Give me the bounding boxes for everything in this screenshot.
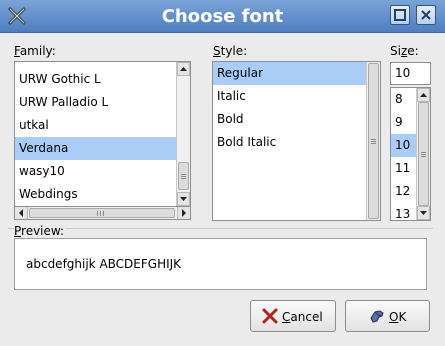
style-list[interactable]: Regular Italic Bold Bold Italic: [212, 61, 381, 221]
preview-label: Preview:: [14, 224, 67, 238]
list-item[interactable]: Bold Italic: [213, 131, 367, 154]
list-item[interactable]: 13: [391, 203, 417, 220]
list-item[interactable]: URW Gothic L: [15, 68, 177, 91]
family-hscrollbar[interactable]: [14, 206, 191, 220]
preview-box[interactable]: abcdefghijk ABCDEFGHIJK: [14, 238, 427, 290]
list-item-selected[interactable]: 10: [391, 134, 417, 157]
list-item[interactable]: Webdings: [15, 183, 177, 206]
font-dialog: Choose font Family: Style: Size: URW Got…: [0, 0, 445, 346]
size-label: Size:: [390, 44, 419, 58]
family-vscrollbar[interactable]: [176, 62, 190, 206]
list-item[interactable]: 11: [391, 157, 417, 180]
ok-label: OK: [389, 310, 407, 324]
list-item-selected[interactable]: Regular: [213, 62, 367, 85]
down-arrow-icon: [180, 197, 187, 201]
style-vscrollbar[interactable]: [366, 62, 380, 220]
cancel-button[interactable]: Cancel: [250, 300, 336, 332]
title-bar[interactable]: Choose font: [0, 0, 445, 33]
scroll-down-button[interactable]: [177, 192, 190, 206]
scroll-left-button[interactable]: [15, 207, 28, 219]
scroll-up-button[interactable]: [177, 62, 190, 76]
list-item[interactable]: 8: [391, 88, 417, 111]
scroll-up-button[interactable]: [417, 88, 430, 102]
scroll-thumb[interactable]: [368, 63, 379, 219]
up-arrow-icon: [180, 67, 187, 71]
down-arrow-icon: [420, 211, 427, 215]
list-item[interactable]: 12: [391, 180, 417, 203]
family-label: Family:: [14, 44, 56, 58]
preview-text: abcdefghijk ABCDEFGHIJK: [26, 257, 182, 271]
maximize-button[interactable]: [390, 5, 410, 25]
list-item[interactable]: wasy10: [15, 160, 177, 183]
scroll-thumb[interactable]: [418, 102, 429, 206]
list-item[interactable]: Italic: [213, 85, 367, 108]
list-item[interactable]: Bold: [213, 108, 367, 131]
hscroll-thumb[interactable]: [29, 208, 175, 218]
family-list[interactable]: URW Gothic L URW Palladio L utkal Verdan…: [14, 61, 191, 207]
list-item[interactable]: utkal: [15, 114, 177, 137]
scroll-down-button[interactable]: [417, 206, 430, 220]
up-arrow-icon: [420, 93, 427, 97]
ok-hand-icon: [368, 307, 386, 328]
right-arrow-icon: [182, 209, 186, 217]
scroll-thumb[interactable]: [178, 162, 189, 190]
size-list[interactable]: 8 9 10 11 12 13: [390, 87, 431, 221]
size-vscrollbar[interactable]: [416, 88, 430, 220]
scroll-right-button[interactable]: [177, 207, 190, 219]
style-label: Style:: [213, 44, 248, 58]
list-item[interactable]: URW Palladio L: [15, 91, 177, 114]
cancel-label: Cancel: [282, 310, 323, 324]
list-item-selected[interactable]: Verdana: [15, 137, 177, 160]
list-item[interactable]: 9: [391, 111, 417, 134]
close-button[interactable]: [416, 5, 436, 25]
cancel-x-icon: [262, 308, 278, 327]
window-title: Choose font: [161, 6, 284, 27]
left-arrow-icon: [19, 209, 23, 217]
size-input[interactable]: 10: [390, 62, 431, 85]
ok-button[interactable]: OK: [345, 300, 430, 332]
